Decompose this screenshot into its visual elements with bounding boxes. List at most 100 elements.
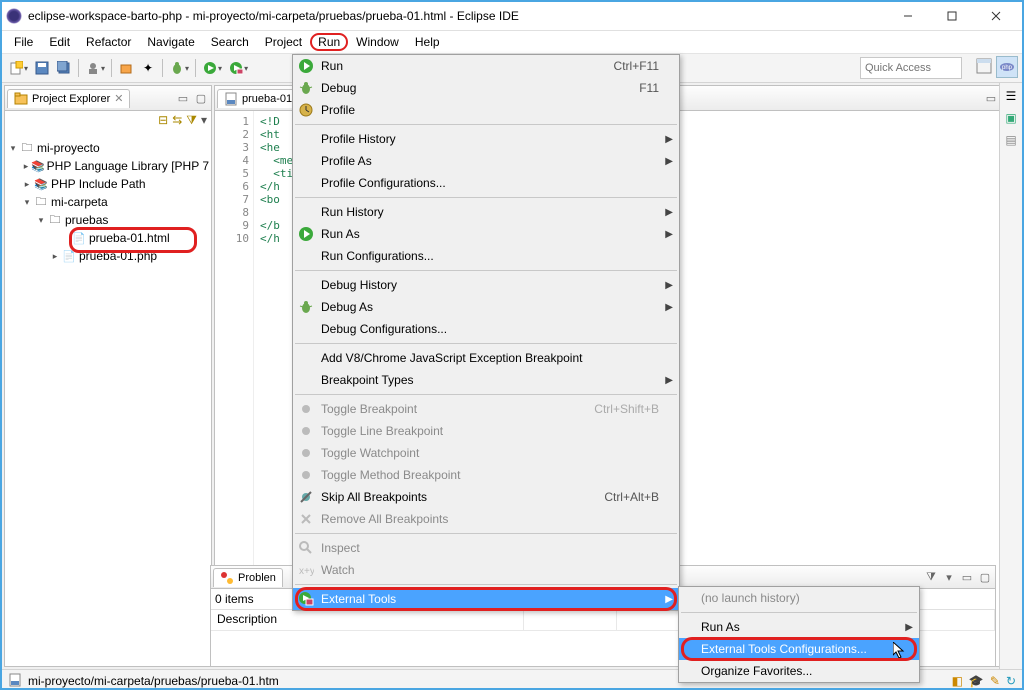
run-menu-run-as[interactable]: Run As▶ [293,223,679,245]
sb-icon[interactable]: 🎓 [969,674,984,688]
run-menu-profile-configurations[interactable]: Profile Configurations... [293,172,679,194]
tree-folder-micarpeta[interactable]: mi-carpeta [51,195,108,209]
run-menu-run-history[interactable]: Run History▶ [293,201,679,223]
tree-file-html[interactable]: prueba-01.html [89,231,170,245]
bug-icon [297,79,315,97]
quick-access-input[interactable] [860,57,962,79]
svg-text:x+y: x+y [299,566,314,577]
tree-php-include[interactable]: PHP Include Path [51,177,146,191]
menu-help[interactable]: Help [407,33,448,51]
menu-edit[interactable]: Edit [41,33,78,51]
project-explorer-tab[interactable]: Project Explorer ✕ [7,89,130,108]
run-menu-profile-as[interactable]: Profile As▶ [293,150,679,172]
run-menu-debug-as[interactable]: Debug As▶ [293,296,679,318]
run-menu-skip-all-breakpoints[interactable]: Skip All BreakpointsCtrl+Alt+B [293,486,679,508]
view-maximize-icon[interactable]: ▢ [193,90,209,106]
tree-folder-pruebas[interactable]: pruebas [65,213,108,227]
bug-toolbar-icon[interactable] [167,58,187,78]
run-menu-add-v8-chrome-javascript-exception-breakpoint[interactable]: Add V8/Chrome JavaScript Exception Break… [293,347,679,369]
col-resource[interactable] [524,610,617,630]
open-perspective-icon[interactable] [974,56,994,76]
box-orange-icon[interactable] [116,58,136,78]
run-menu-profile[interactable]: Profile [293,99,679,121]
view-menu-icon[interactable]: ▾ [201,113,207,133]
col-description[interactable]: Description [211,610,524,630]
folder-icon: 🗀 [47,212,63,228]
sb-icon[interactable]: ✎ [990,674,1000,688]
collapse-all-icon[interactable]: ⊟ [158,113,168,133]
submenu-organize-favorites[interactable]: Organize Favorites... [679,660,919,682]
run-menu-run[interactable]: RunCtrl+F11 [293,55,679,77]
run-toolbar-icon[interactable] [200,58,220,78]
library-icon: 📚 [31,158,45,174]
menu-run[interactable]: Run [310,33,348,51]
tree-project[interactable]: mi-proyecto [37,141,100,155]
submenu-external-tools-config[interactable]: External Tools Configurations... [679,638,919,660]
view-minimize-icon[interactable]: ▭ [175,90,191,106]
view-maximize-icon[interactable]: ▢ [977,569,993,585]
run-menu-inspect: Inspect [293,537,679,559]
project-explorer-icon [14,92,28,106]
view-minimize-icon[interactable]: ▭ [959,569,975,585]
menu-window[interactable]: Window [348,33,407,51]
close-button[interactable] [974,2,1018,30]
run-menu-watch: x+yWatch [293,559,679,581]
menu-refactor[interactable]: Refactor [78,33,139,51]
html-file-icon: 📄 [71,230,87,246]
outline-icon[interactable]: ▣ [1005,111,1016,125]
trim-icon[interactable]: ☰ [1006,89,1017,103]
menu-file[interactable]: File [6,33,41,51]
project-tree[interactable]: ▾🗀mi-proyecto ▸📚PHP Language Library [PH… [5,135,211,269]
ext-tools-toolbar-icon[interactable] [226,58,246,78]
problems-tab-label: Problen [238,572,276,584]
problems-tab[interactable]: Problen [213,568,283,587]
run-menu-toggle-line-breakpoint: Toggle Line Breakpoint [293,420,679,442]
submenu-run-as[interactable]: Run As▶ [679,616,919,638]
php-perspective-icon[interactable]: php [996,56,1018,78]
filter-icon[interactable]: ⧩ [923,569,939,585]
skip-icon [297,488,315,506]
dot-icon [297,400,315,418]
view-menu-icon[interactable]: ▾ [941,569,957,585]
person-icon[interactable] [83,58,103,78]
filter-icon[interactable]: ⧩ [186,113,197,133]
tree-file-php[interactable]: prueba-01.php [79,249,157,263]
close-icon[interactable]: ✕ [114,92,123,105]
library-icon: 📚 [33,176,49,192]
folder-icon: 🗀 [33,194,49,210]
sb-icon[interactable]: ↻ [1006,674,1016,688]
save-icon[interactable] [32,58,52,78]
save-all-icon[interactable] [54,58,74,78]
project-icon: 🗀 [19,140,35,156]
problems-icon [220,571,234,585]
menu-navigate[interactable]: Navigate [139,33,202,51]
play-green-icon [297,225,315,243]
run-menu-toggle-watchpoint: Toggle Watchpoint [293,442,679,464]
run-menu-run-configurations[interactable]: Run Configurations... [293,245,679,267]
php-file-icon: 📄 [61,248,77,264]
run-menu-debug[interactable]: DebugF11 [293,77,679,99]
project-explorer-tab-label: Project Explorer [32,93,110,105]
run-menu-debug-configurations[interactable]: Debug Configurations... [293,318,679,340]
svg-text:php: php [1002,65,1013,71]
project-explorer-panel: Project Explorer ✕ ▭ ▢ ⊟ ⇆ ⧩ ▾ ▾🗀mi-proy… [4,85,212,667]
minimize-button[interactable] [886,2,930,30]
link-editor-icon[interactable]: ⇆ [172,113,182,133]
ext-tools-icon [297,590,315,608]
menu-search[interactable]: Search [203,33,257,51]
right-trim: ☰ ▣ ▤ [999,83,1022,669]
maximize-button[interactable] [930,2,974,30]
run-menu-breakpoint-types[interactable]: Breakpoint Types▶ [293,369,679,391]
new-icon[interactable] [6,58,26,78]
run-menu-external-tools[interactable]: External Tools▶ [293,588,679,610]
view-minimize-icon[interactable]: ▭ [983,90,999,106]
bug-icon [297,298,315,316]
tree-php-library[interactable]: PHP Language Library [PHP 7 [47,159,209,173]
run-menu-debug-history[interactable]: Debug History▶ [293,274,679,296]
trim-icon[interactable]: ▤ [1005,133,1016,147]
menu-project[interactable]: Project [257,33,310,51]
sb-icon[interactable]: ◧ [952,674,963,688]
statusbar-path: mi-proyecto/mi-carpeta/pruebas/prueba-01… [28,674,279,688]
run-menu-profile-history[interactable]: Profile History▶ [293,128,679,150]
wand-icon[interactable]: ✦ [138,58,158,78]
